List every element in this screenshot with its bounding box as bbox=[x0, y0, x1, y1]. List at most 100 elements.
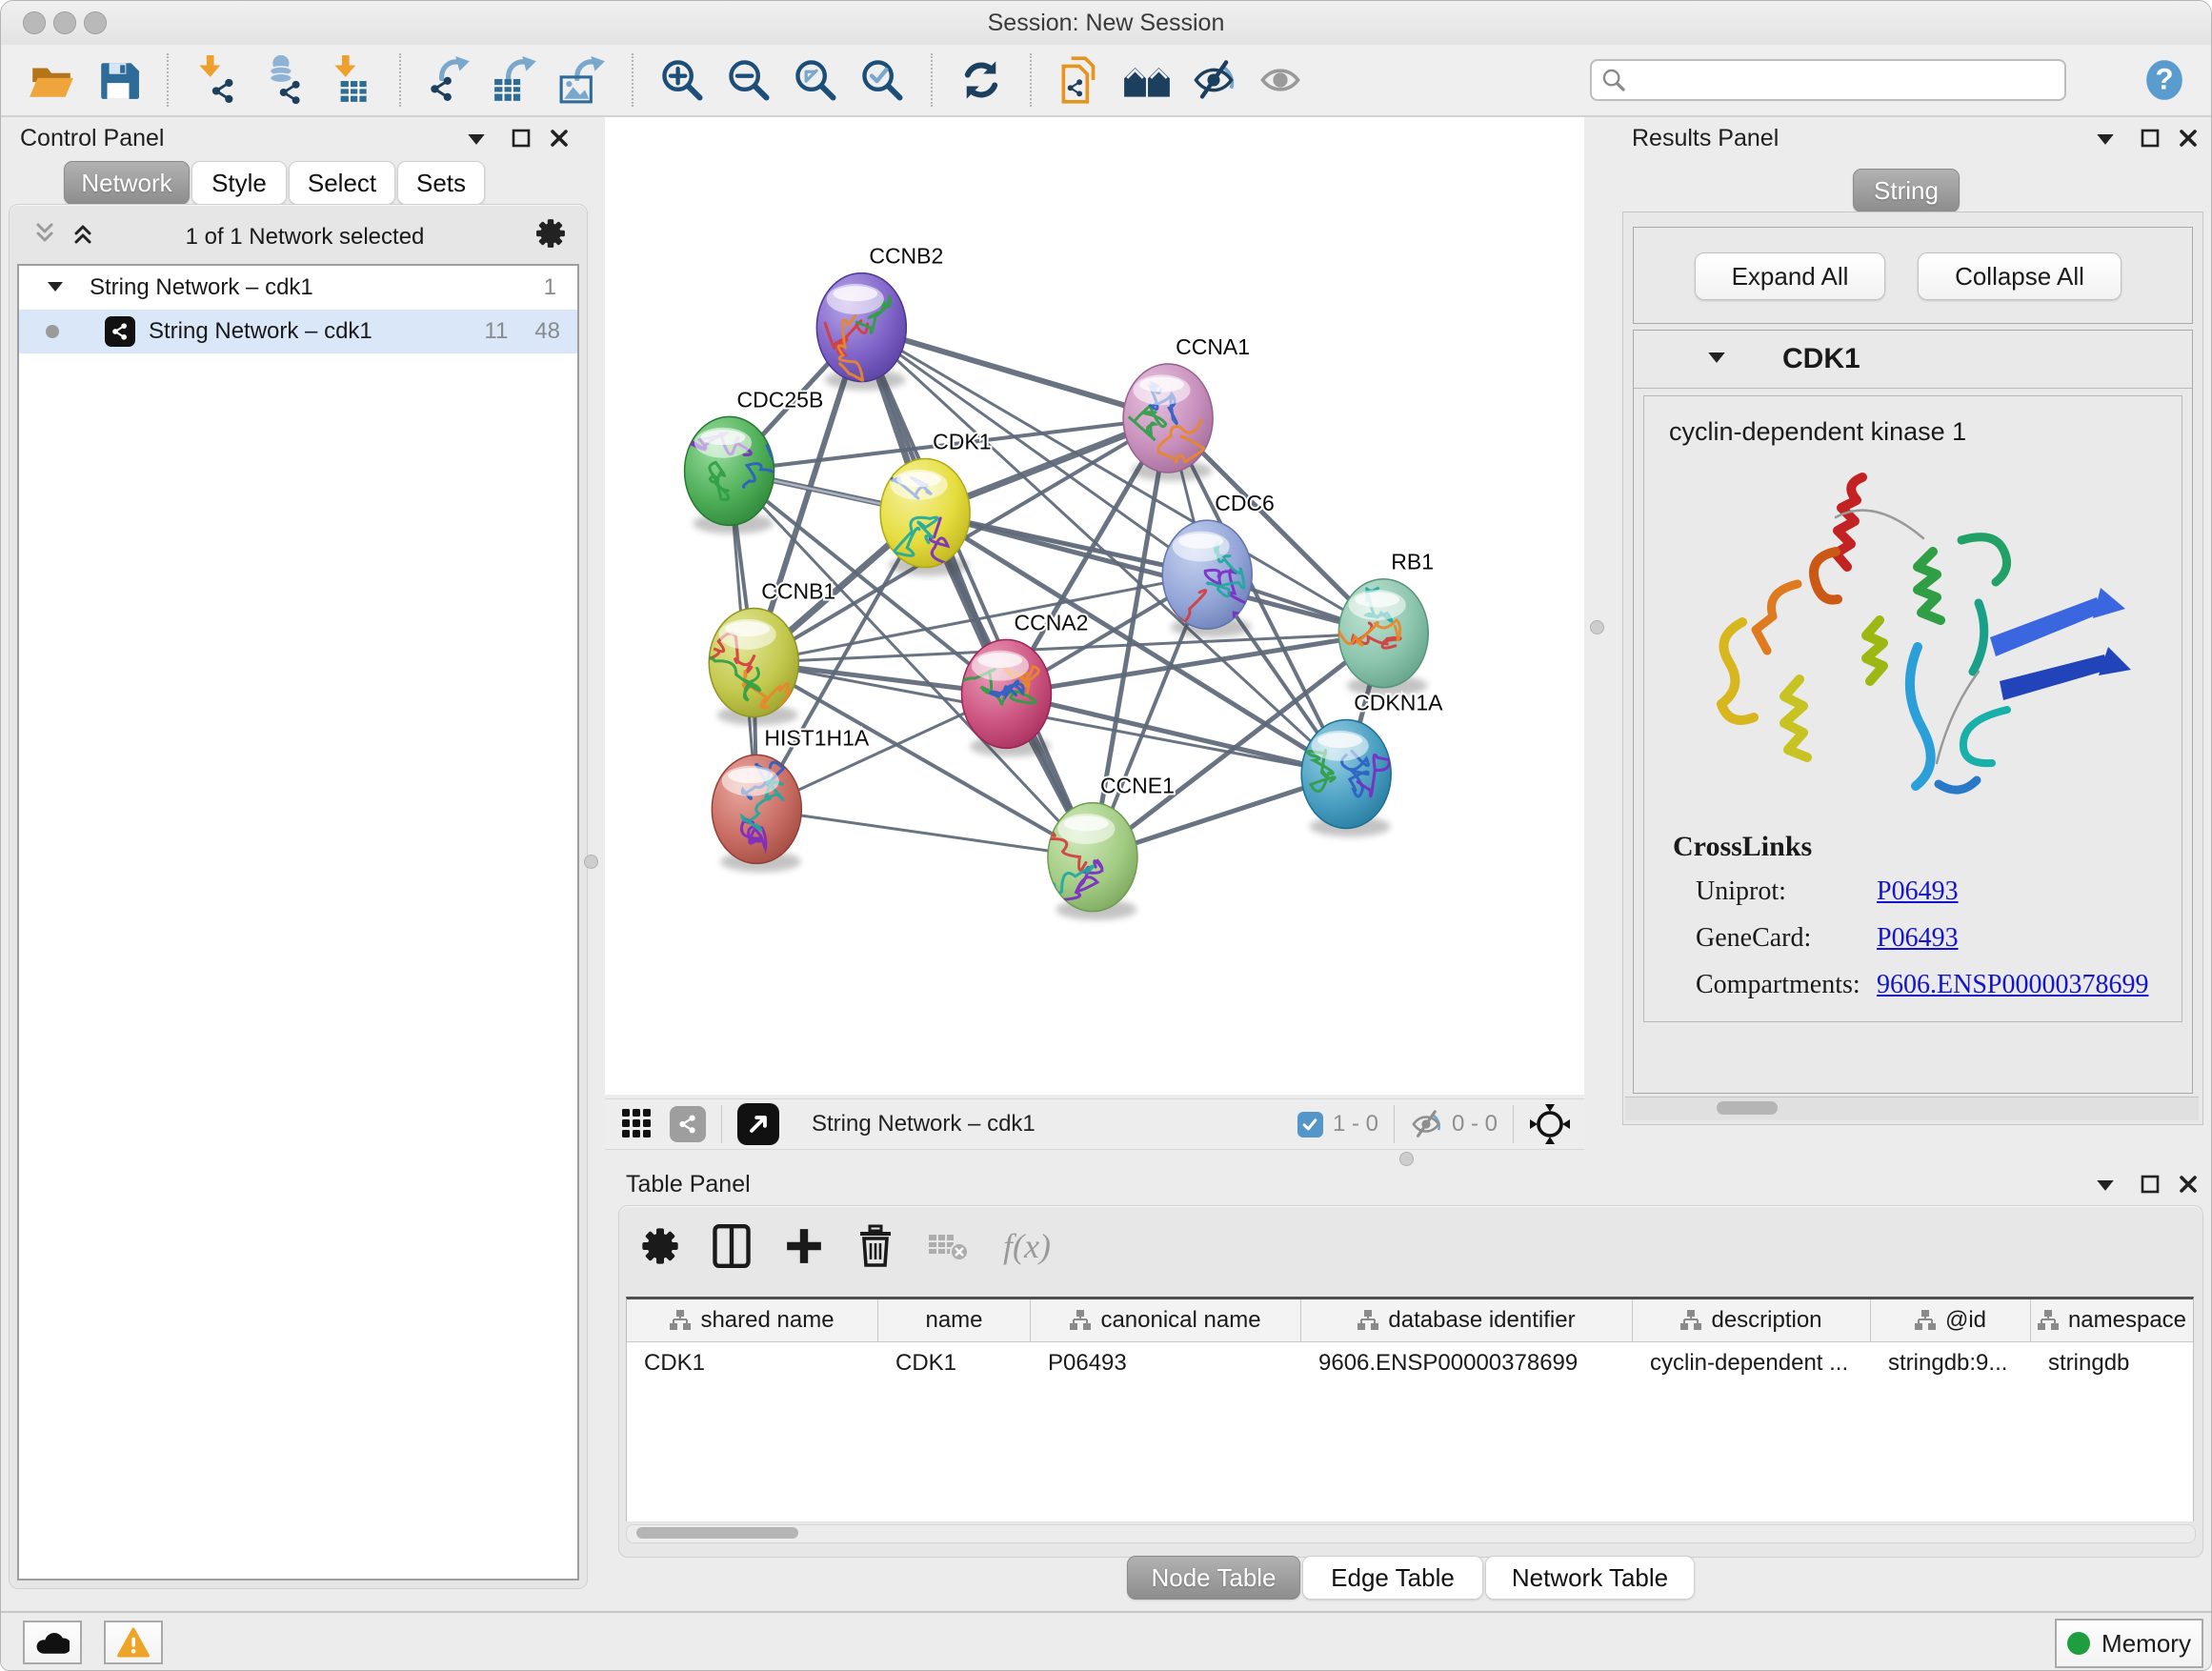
column-header-database-identifier[interactable]: database identifier bbox=[1301, 1299, 1633, 1341]
network-view-toolbar: String Network – cdk1 1 - 0 0 - 0 bbox=[605, 1098, 1584, 1150]
table-scrollbar-thumb[interactable] bbox=[636, 1527, 798, 1539]
first-neighbors-button[interactable] bbox=[1121, 53, 1173, 107]
open-session-button[interactable] bbox=[26, 53, 77, 107]
column-header-id[interactable]: @id bbox=[1871, 1299, 2031, 1341]
table-row[interactable]: CDK1 CDK1 P06493 9606.ENSP00000378699 cy… bbox=[627, 1342, 2193, 1384]
tree-expand-icon[interactable] bbox=[48, 282, 65, 294]
network-tree-child-row[interactable]: String Network – cdk1 11 48 bbox=[19, 310, 577, 353]
node-count: 11 bbox=[484, 318, 508, 345]
zoom-out-button[interactable] bbox=[723, 53, 774, 107]
delete-column-icon[interactable] bbox=[856, 1224, 895, 1268]
import-table-file-button[interactable] bbox=[325, 53, 376, 107]
table-panel-float-icon[interactable] bbox=[2141, 1175, 2162, 1196]
tab-network-table[interactable]: Network Table bbox=[1485, 1556, 1695, 1600]
cloud-status-button[interactable] bbox=[23, 1621, 82, 1664]
table-settings-gear-icon[interactable] bbox=[641, 1227, 679, 1265]
column-header-namespace[interactable]: namespace bbox=[2031, 1299, 2193, 1341]
table-horizontal-scrollbar[interactable] bbox=[626, 1524, 2196, 1543]
svg-text:CDKN1A: CDKN1A bbox=[1354, 690, 1443, 715]
control-panel-float-icon[interactable] bbox=[512, 129, 533, 150]
expand-all-icon[interactable] bbox=[70, 222, 93, 245]
results-panel-collapse-icon[interactable] bbox=[2097, 134, 2116, 148]
zoom-selected-button[interactable] bbox=[856, 53, 908, 107]
main-toolbar: ? bbox=[1, 45, 2211, 117]
table-panel-close-icon[interactable] bbox=[2179, 1175, 2200, 1196]
expand-all-button[interactable]: Expand All bbox=[1695, 252, 1885, 300]
crosslink-label: Compartments: bbox=[1696, 970, 1877, 1000]
network-graph[interactable]: CCNB2CCNA1CDC25BCDK1CDC6RB1CCNB1CCNA2CDK… bbox=[605, 117, 1584, 1095]
column-header-name[interactable]: name bbox=[878, 1299, 1031, 1341]
results-scrollbar-thumb[interactable] bbox=[1717, 1101, 1778, 1115]
selected-nodes-checkbox[interactable] bbox=[1297, 1112, 1323, 1137]
memory-button[interactable]: Memory bbox=[2055, 1619, 2203, 1668]
crosslink-genecard[interactable]: P06493 bbox=[1877, 923, 1959, 954]
export-table-button[interactable] bbox=[491, 53, 542, 107]
collapse-all-button[interactable]: Collapse All bbox=[1918, 252, 2122, 300]
network-options-gear-icon[interactable] bbox=[535, 218, 566, 249]
entry-collapse-icon[interactable] bbox=[1708, 352, 1727, 366]
column-header-canonical-name[interactable]: canonical name bbox=[1031, 1299, 1301, 1341]
crosslink-tissues[interactable]: 9606.ENSP00000378699 bbox=[1877, 1017, 2148, 1022]
column-header-description[interactable]: description bbox=[1633, 1299, 1871, 1341]
right-splitter-handle[interactable] bbox=[1590, 620, 1604, 634]
app-window: Session: New Session bbox=[0, 0, 2212, 1671]
hide-selected-button[interactable] bbox=[1188, 53, 1239, 107]
toolbar-separator bbox=[632, 53, 633, 107]
tab-style[interactable]: Style bbox=[191, 161, 287, 205]
tab-select[interactable]: Select bbox=[289, 161, 395, 205]
network-view-button[interactable] bbox=[670, 1106, 706, 1142]
warnings-button[interactable] bbox=[104, 1621, 163, 1664]
help-icon: ? bbox=[2142, 58, 2186, 102]
network-canvas[interactable]: CCNB2CCNA1CDC25BCDK1CDC6RB1CCNB1CCNA2CDK… bbox=[605, 117, 1584, 1095]
show-columns-icon[interactable] bbox=[712, 1224, 752, 1268]
zoom-fit-button[interactable] bbox=[790, 53, 841, 107]
export-image-button[interactable] bbox=[557, 53, 609, 107]
bottom-splitter-handle[interactable] bbox=[1399, 1152, 1414, 1166]
crosslink-compartments[interactable]: 9606.ENSP00000378699 bbox=[1877, 970, 2148, 1000]
control-panel-close-icon[interactable] bbox=[550, 129, 571, 150]
network-tree-root-row[interactable]: String Network – cdk1 1 bbox=[19, 266, 577, 310]
search-input[interactable] bbox=[1626, 66, 2064, 94]
apply-layout-button[interactable] bbox=[955, 53, 1007, 107]
export-network-button[interactable] bbox=[424, 53, 475, 107]
status-bar: Memory bbox=[1, 1611, 2211, 1671]
zoom-in-button[interactable] bbox=[656, 53, 708, 107]
import-network-file-button[interactable] bbox=[191, 53, 243, 107]
results-panel-float-icon[interactable] bbox=[2141, 129, 2162, 150]
tab-network[interactable]: Network bbox=[64, 161, 190, 205]
network-selection-status: 1 of 1 Network selected bbox=[114, 224, 495, 251]
tree-column-icon bbox=[1357, 1310, 1378, 1331]
houses-icon bbox=[1121, 58, 1173, 102]
crosslink-uniprot[interactable]: P06493 bbox=[1877, 876, 1959, 907]
add-column-icon[interactable] bbox=[784, 1226, 824, 1266]
toolbar-separator bbox=[1030, 53, 1032, 107]
help-button[interactable]: ? bbox=[2139, 53, 2190, 107]
svg-text:CDC6: CDC6 bbox=[1215, 491, 1275, 515]
column-header-shared-name[interactable]: shared name bbox=[627, 1299, 878, 1341]
results-scrollbar[interactable] bbox=[1625, 1097, 2199, 1120]
show-all-button[interactable] bbox=[1255, 53, 1306, 107]
svg-text:CCNB2: CCNB2 bbox=[869, 244, 943, 269]
toolbar-search bbox=[1590, 59, 2066, 101]
left-splitter-handle[interactable] bbox=[584, 855, 598, 869]
table-header-row: shared name name canonical name database… bbox=[627, 1299, 2193, 1342]
collapse-all-icon[interactable] bbox=[34, 222, 57, 245]
tab-string[interactable]: String bbox=[1853, 169, 1960, 212]
birdseye-crosshair-icon[interactable] bbox=[1529, 1103, 1571, 1145]
tab-sets[interactable]: Sets bbox=[397, 161, 485, 205]
edge-count: 48 bbox=[534, 318, 560, 345]
network-type-icon bbox=[105, 316, 135, 347]
results-panel-close-icon[interactable] bbox=[2179, 129, 2200, 150]
control-panel-collapse-icon[interactable] bbox=[468, 134, 487, 148]
tree-column-icon bbox=[670, 1310, 691, 1331]
network-tree: String Network – cdk1 1 String Network –… bbox=[17, 264, 579, 1580]
network-from-selection-button[interactable] bbox=[1055, 53, 1106, 107]
detach-view-button[interactable] bbox=[737, 1103, 779, 1145]
tab-edge-table[interactable]: Edge Table bbox=[1302, 1556, 1483, 1600]
import-network-database-button[interactable] bbox=[258, 53, 310, 107]
table-panel-collapse-icon[interactable] bbox=[2097, 1180, 2116, 1194]
save-session-button[interactable] bbox=[92, 53, 144, 107]
grid-view-button[interactable] bbox=[618, 1105, 656, 1143]
search-icon bbox=[1601, 68, 1626, 92]
tab-node-table[interactable]: Node Table bbox=[1127, 1556, 1300, 1600]
